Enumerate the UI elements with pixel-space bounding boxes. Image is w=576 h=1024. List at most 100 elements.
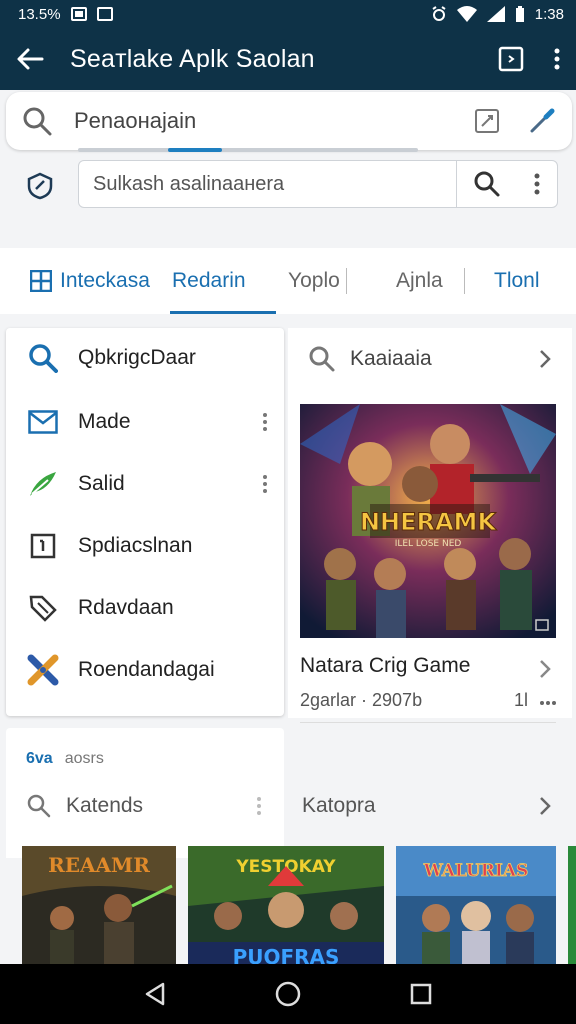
category-row[interactable]: Katends	[26, 788, 276, 824]
game-title[interactable]: Natara Crig Game	[300, 654, 470, 678]
wifi-icon	[456, 6, 477, 22]
tab-divider	[346, 268, 347, 294]
tag-icon	[29, 595, 57, 622]
menu-item-rdavdaan[interactable]: Rdavdaan	[6, 578, 284, 638]
more-vert-icon	[534, 173, 540, 195]
game-poster-image[interactable]: NHERAMK ILEL LOSE NED	[300, 404, 556, 638]
caption-accent: 6va	[26, 750, 53, 767]
square-icon	[30, 533, 56, 559]
tab-label: Ajnla	[396, 269, 443, 292]
tab-label: Inteckasa	[60, 269, 150, 292]
back-arrow-icon[interactable]	[16, 47, 44, 71]
game-count: 1l	[514, 690, 557, 711]
game-thumbnail[interactable]: REAAMR	[22, 846, 176, 966]
thumbnail-title: WALURIAS	[423, 861, 529, 881]
tab-redarin[interactable]: Redarin	[170, 248, 275, 314]
menu-item-label: Spdiacslnan	[78, 534, 193, 557]
search-progress	[78, 148, 418, 152]
menu-item-salid[interactable]: Salid	[6, 454, 284, 514]
battery-icon	[515, 6, 524, 22]
secondary-search-field[interactable]: Sulkash asalinaaнera	[78, 160, 558, 208]
menu-item-label: Salid	[78, 472, 125, 495]
brush-icon[interactable]	[528, 107, 556, 135]
menu-item-label: Rdavdaan	[78, 596, 174, 619]
tab-divider	[464, 268, 465, 294]
game-poster-art: NHERAMK ILEL LOSE NED	[300, 404, 556, 638]
menu-item-roendandagai[interactable]: Roendandagai	[6, 640, 284, 700]
poster-title: NHERAMK	[360, 508, 498, 536]
search-icon	[474, 171, 500, 197]
menu-item-label: Made	[78, 410, 131, 433]
category-caption: 6va aosrs	[26, 750, 104, 768]
category-row-right[interactable]: Katopra	[302, 788, 562, 824]
search-icon	[23, 107, 52, 136]
thumbnail-art: REAAMR	[22, 846, 176, 966]
featured-header-label: Kaaiaaia	[350, 347, 432, 370]
caption-text: aosrs	[64, 750, 104, 767]
menu-item-search[interactable]: QbkrigcDaar	[6, 328, 284, 388]
alarm-icon	[432, 6, 446, 21]
tab-bar: Inteckasa Redarin Yoplo Ajnla Tlonl	[0, 248, 576, 314]
category-label: Katends	[66, 794, 144, 817]
game-meta: 2garlar · 2907b	[300, 690, 423, 710]
game-thumbnail[interactable]: WALURIAS	[396, 846, 556, 966]
chevron-right-icon[interactable]	[538, 658, 552, 680]
system-nav-bar	[0, 964, 576, 1024]
window-icon[interactable]	[498, 46, 524, 72]
search-icon	[29, 344, 58, 373]
more-options-button[interactable]	[517, 172, 557, 196]
category-label: Katopra	[302, 794, 376, 817]
thumbnail-title: REAAMR	[48, 853, 150, 877]
tab-tlonl[interactable]: Tlonl	[494, 248, 540, 314]
thumbnail-subtitle: PUOFRAS	[233, 945, 340, 966]
tab-label: Tlonl	[494, 269, 540, 292]
page-title: Seaтlake Aplk Saolan	[70, 44, 315, 73]
notification-icon	[70, 7, 87, 21]
chevron-right-icon	[540, 797, 551, 815]
menu-item-spdiacslnan[interactable]: Spdiacslnan	[6, 516, 284, 576]
category-card: 6va aosrs Katends	[6, 728, 284, 858]
more-vert-icon[interactable]	[554, 47, 560, 71]
search-area: Penaoнajain Sulkash asalinaaнera	[0, 90, 576, 240]
tab-label: Redarin	[172, 269, 246, 292]
menu-item-label: QbkrigcDaar	[78, 346, 196, 369]
tab-inteckasa[interactable]: Inteckasa	[0, 248, 150, 314]
more-vert-icon[interactable]	[262, 412, 268, 432]
edit-icon[interactable]	[474, 108, 500, 134]
thumbnail-art: WALURIAS	[396, 846, 556, 966]
featured-header[interactable]: Kaaiaaia	[288, 328, 572, 390]
chevron-right-icon	[540, 350, 551, 368]
game-count-value: 1l	[514, 690, 529, 710]
featured-game-card: Kaaiaaia NHERAMK ILEL LOSE NED Natara Cr…	[288, 328, 572, 723]
tools-icon	[27, 654, 59, 686]
search-input[interactable]: Penaoнajain	[74, 108, 196, 134]
secondary-search-input[interactable]: Sulkash asalinaaнera	[79, 173, 456, 196]
search-bar[interactable]: Penaoнajain	[6, 92, 572, 150]
image-notification-icon	[96, 7, 113, 21]
grid-icon	[30, 270, 52, 292]
send-icon	[30, 472, 56, 496]
search-icon	[27, 794, 51, 818]
menu-card: QbkrigcDaar Made Salid Spdiacslnan Rdavd…	[6, 328, 284, 716]
more-vert-icon[interactable]	[262, 474, 268, 494]
search-icon	[309, 346, 335, 372]
home-icon[interactable]	[275, 981, 301, 1007]
tab-ajnla[interactable]: Ajnla	[396, 248, 443, 314]
game-thumbnail[interactable]: YESTOKAY PUOFRAS	[188, 846, 384, 966]
poster-subtitle: ILEL LOSE NED	[395, 539, 462, 549]
clock: 1:38	[534, 5, 564, 23]
game-thumbnail-edge	[568, 846, 576, 966]
signal-icon	[486, 6, 505, 22]
more-horiz-icon[interactable]	[539, 700, 557, 706]
search-button[interactable]	[457, 170, 517, 198]
status-bar: 13.5% 1:38	[0, 0, 576, 28]
divider	[300, 722, 556, 723]
mail-icon	[28, 410, 58, 434]
back-icon[interactable]	[144, 982, 166, 1006]
menu-item-made[interactable]: Made	[6, 392, 284, 452]
recents-icon[interactable]	[410, 983, 432, 1005]
shield-icon	[27, 172, 53, 200]
tab-yoplo[interactable]: Yoplo	[288, 248, 340, 314]
more-vert-icon[interactable]	[256, 796, 262, 816]
app-bar: Seaтlake Aplk Saolan	[0, 28, 576, 90]
